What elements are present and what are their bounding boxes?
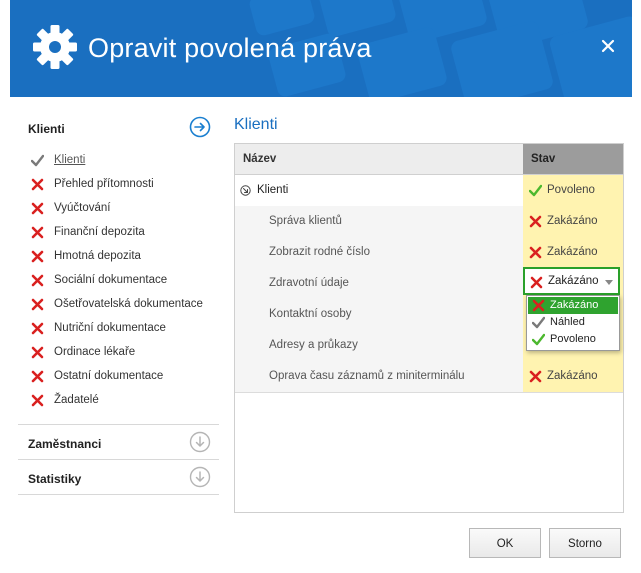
list-item[interactable]: Žadatelé — [18, 390, 219, 414]
list-item[interactable]: Nutriční dokumentace — [18, 318, 219, 342]
arrow-down-circle-icon[interactable] — [189, 466, 211, 488]
state-cell[interactable]: Zakázáno — [523, 237, 623, 268]
state-label: Zakázáno — [547, 246, 598, 258]
check-icon — [532, 333, 545, 346]
section-klienti[interactable]: Klienti — [18, 110, 219, 150]
section-zamestnanci[interactable]: Zaměstnanci — [18, 425, 219, 460]
state-cell[interactable]: Zakázáno — [523, 361, 623, 392]
table-row[interactable]: Zobrazit rodné číslo Zakázáno — [235, 237, 623, 269]
row-name: Zdravotní údaje — [269, 277, 349, 289]
list-item-label: Ošetřovatelská dokumentace — [54, 298, 203, 310]
check-icon — [532, 316, 545, 329]
cross-icon — [31, 370, 44, 383]
list-item-label: Klienti — [54, 154, 86, 166]
row-name: Správa klientů — [269, 215, 342, 227]
section-title: Klienti — [234, 116, 278, 133]
dropdown-option-zakazano[interactable]: Zakázáno — [528, 297, 618, 314]
list-item-label: Žadatelé — [54, 394, 99, 406]
cross-icon — [31, 178, 44, 191]
cross-icon — [529, 246, 542, 259]
list-item-label: Přehled přítomnosti — [54, 178, 154, 190]
cross-icon — [529, 370, 542, 383]
section-label: Zaměstnanci — [28, 437, 102, 451]
state-select-value: Zakázáno — [548, 275, 599, 287]
dropdown-option-povoleno[interactable]: Povoleno — [528, 331, 618, 348]
cross-icon — [530, 276, 543, 289]
option-label: Zakázáno — [550, 299, 599, 311]
list-item-klienti[interactable]: Klienti — [18, 150, 219, 174]
cross-icon — [31, 202, 44, 215]
list-item-label: Hmotná depozita — [54, 250, 141, 262]
close-icon[interactable] — [600, 38, 616, 54]
cross-icon — [529, 215, 542, 228]
list-item[interactable]: Sociální dokumentace — [18, 270, 219, 294]
dropdown-option-nahled[interactable]: Náhled — [528, 314, 618, 331]
list-item[interactable]: Vyúčtování — [18, 198, 219, 222]
list-item[interactable]: Finanční depozita — [18, 222, 219, 246]
list-item-label: Ostatní dokumentace — [54, 370, 164, 382]
list-item-label: Nutriční dokumentace — [54, 322, 166, 334]
table-row[interactable]: Klienti Povoleno — [235, 175, 623, 207]
cross-icon — [31, 394, 44, 407]
column-header-name[interactable]: Název — [243, 153, 276, 165]
state-select[interactable]: Zakázáno — [523, 267, 620, 295]
table-row[interactable]: Oprava času záznamů z miniterminálu Zaká… — [235, 361, 623, 393]
dialog-titlebar: Opravit povolená práva — [10, 0, 632, 97]
cross-icon — [31, 226, 44, 239]
cross-icon — [532, 299, 545, 312]
grid-header: Název Stav — [235, 144, 623, 175]
section-label: Klienti — [28, 122, 65, 136]
list-item[interactable]: Ošetřovatelská dokumentace — [18, 294, 219, 318]
arrow-down-circle-icon[interactable] — [189, 431, 211, 453]
section-label: Statistiky — [28, 472, 82, 486]
cross-icon — [31, 274, 44, 287]
ok-button[interactable]: OK — [469, 528, 541, 558]
state-label: Zakázáno — [547, 215, 598, 227]
state-label: Povoleno — [547, 184, 595, 196]
row-name: Klienti — [257, 184, 289, 196]
state-label: Zakázáno — [547, 370, 598, 382]
check-icon — [31, 154, 44, 167]
cross-icon — [31, 322, 44, 335]
check-icon — [529, 184, 542, 197]
collapse-circle-icon[interactable] — [240, 185, 251, 196]
gear-icon — [33, 25, 77, 69]
row-name: Oprava času záznamů z miniterminálu — [269, 370, 465, 382]
list-item-label: Sociální dokumentace — [54, 274, 168, 286]
option-label: Náhled — [550, 316, 585, 328]
list-item[interactable]: Hmotná depozita — [18, 246, 219, 270]
list-item[interactable]: Přehled přítomnosti — [18, 174, 219, 198]
option-label: Povoleno — [550, 333, 596, 345]
cancel-button[interactable]: Storno — [549, 528, 621, 558]
column-header-state[interactable]: Stav — [531, 153, 555, 165]
permission-sidebar: Klienti Klienti Přehled přítomnosti Vyúč… — [18, 110, 219, 495]
table-row[interactable]: Správa klientů Zakázáno — [235, 206, 623, 238]
cross-icon — [31, 250, 44, 263]
cross-icon — [31, 346, 44, 359]
chevron-down-icon[interactable] — [605, 280, 613, 285]
list-item[interactable]: Ostatní dokumentace — [18, 366, 219, 390]
list-item-label: Vyúčtování — [54, 202, 111, 214]
permission-list: Klienti Přehled přítomnosti Vyúčtování F… — [18, 150, 219, 425]
cross-icon — [31, 298, 44, 311]
section-statistiky[interactable]: Statistiky — [18, 460, 219, 495]
list-item[interactable]: Ordinace lékaře — [18, 342, 219, 366]
row-name: Zobrazit rodné číslo — [269, 246, 370, 258]
arrow-right-circle-icon[interactable] — [189, 116, 211, 138]
state-cell[interactable]: Zakázáno — [523, 206, 623, 237]
row-name: Kontaktní osoby — [269, 308, 352, 320]
state-cell[interactable]: Povoleno — [523, 175, 623, 206]
row-name: Adresy a průkazy — [269, 339, 358, 351]
list-item-label: Finanční depozita — [54, 226, 145, 238]
dialog-title: Opravit povolená práva — [88, 33, 372, 63]
list-item-label: Ordinace lékaře — [54, 346, 136, 358]
state-dropdown-list: Zakázáno Náhled Povoleno — [526, 295, 620, 351]
